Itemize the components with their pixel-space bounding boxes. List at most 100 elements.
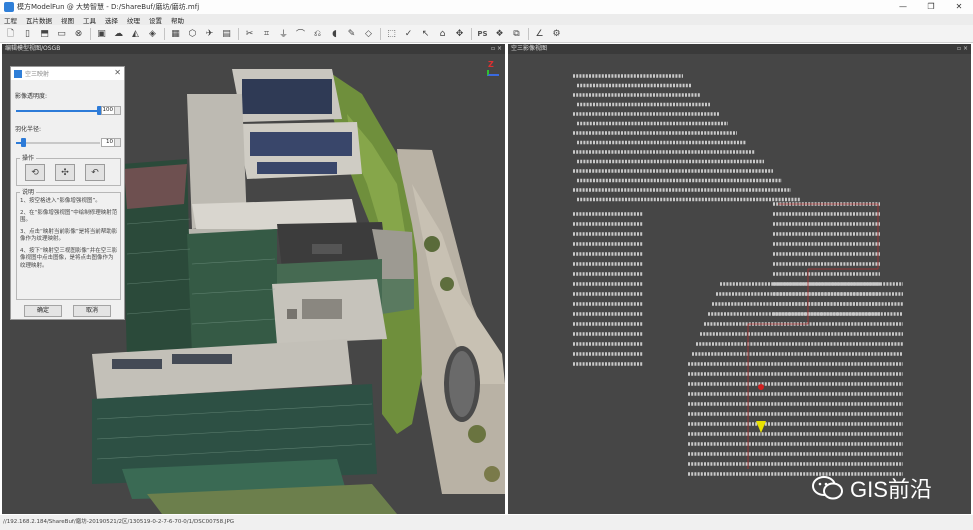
window-title: 模方ModelFun @ 大势智慧 - D:/ShareBuf/磨坊/磨坊.mf…	[17, 3, 200, 11]
bucket-icon[interactable]: ◖	[328, 27, 341, 40]
texture-tool-icon[interactable]: ❖	[493, 27, 506, 40]
toolbar-separator	[90, 27, 91, 40]
notes-legend: 说明	[20, 187, 37, 196]
opacity-spinbox[interactable]: 100	[101, 106, 121, 115]
radius-slider-handle[interactable]	[21, 138, 27, 147]
main-toolbar: 🗋 ▯ ⬒ ▭ ⊗ ▣ ☁ ◭ ◈ ▦ ⬡ ✈ ▤ ✂ ⌗ ⏚ ⌒ ⎌ ◖ ✎ …	[0, 25, 973, 43]
check-icon[interactable]: ✓	[402, 27, 415, 40]
undo-button[interactable]: ↶	[85, 164, 105, 181]
dialog-close-button[interactable]: ✕	[114, 68, 121, 77]
image-icon[interactable]: ▤	[220, 27, 233, 40]
toolbar-separator	[380, 27, 381, 40]
import-icon[interactable]: ⬒	[38, 27, 51, 40]
spin-arrows-icon[interactable]	[114, 107, 120, 114]
menu-tile-data[interactable]: 瓦片数据	[26, 15, 52, 25]
minimize-button[interactable]: —	[889, 0, 917, 14]
panel-controls[interactable]: ▫ ×	[957, 44, 968, 54]
layers-icon[interactable]: ⧉	[510, 27, 523, 40]
record-icon[interactable]: ▣	[95, 27, 108, 40]
opacity-value: 100	[102, 107, 114, 113]
toolbar-separator	[528, 27, 529, 40]
save-icon[interactable]: ▭	[55, 27, 68, 40]
watermark-text: GIS前沿	[850, 477, 932, 502]
instruction-step-4: 4、按下“映射空三视图影像”并在空三影像视图中点击图像，是将点击图像作为纹理映射…	[20, 247, 118, 269]
menu-settings[interactable]: 设置	[149, 15, 162, 25]
feather-radius-label: 羽化半径:	[15, 126, 42, 133]
status-image-path: //192.168.2.184/ShareBuf/磨坊-20190521/2区/…	[3, 519, 235, 525]
cut-icon[interactable]: ✂	[243, 27, 256, 40]
toolbar-separator	[164, 27, 165, 40]
dialog-title: 空三映射	[25, 71, 50, 78]
axis-gizmo-z-label: Z	[488, 60, 494, 69]
aerial-image-view-panel: 空三影像视图 ▫ ×	[508, 44, 971, 514]
close-button[interactable]: ✕	[945, 0, 973, 14]
photoshop-button[interactable]: PS	[476, 27, 489, 40]
instruction-step-2: 2、在“影像增强视图”中绘制修理映射范围。	[20, 209, 118, 224]
toolbar-separator	[471, 27, 472, 40]
menu-view[interactable]: 视图	[61, 15, 74, 25]
aerial-view-header: 空三影像视图 ▫ ×	[508, 44, 971, 54]
new-file-icon[interactable]: 🗋	[4, 27, 17, 40]
menu-bar: 工程 瓦片数据 视图 工具 选择 纹理 设置 帮助	[0, 14, 973, 25]
cloud-icon[interactable]: ☁	[112, 27, 125, 40]
dialog-title-bar: 空三映射	[11, 67, 124, 80]
drone-icon[interactable]: ✈	[203, 27, 216, 40]
map-current-image-button[interactable]: ⟲	[25, 164, 45, 181]
axis-gizmo-icon	[487, 70, 499, 76]
current-camera-icon	[756, 421, 766, 433]
radius-slider-track	[16, 142, 100, 144]
menu-help[interactable]: 帮助	[171, 15, 184, 25]
wechat-logo-icon	[812, 475, 844, 501]
mesh-icon[interactable]: ◈	[146, 27, 159, 40]
dialog-app-icon	[14, 69, 22, 78]
menu-tools[interactable]: 工具	[83, 15, 96, 25]
model-view-title: 编辑模型视图/OSGB	[5, 45, 61, 52]
maximize-button[interactable]: ❐	[917, 0, 945, 14]
panel-controls[interactable]: ▫ ×	[491, 44, 502, 54]
ok-button[interactable]: 确定	[24, 305, 62, 317]
open-folder-icon[interactable]: ▯	[21, 27, 34, 40]
instructions-text: 1、按空格进入“影像增强视图”。 2、在“影像增强视图”中绘制修理映射范围。 3…	[20, 198, 118, 274]
window-title-bar: 模方ModelFun @ 大势智慧 - D:/ShareBuf/磨坊/磨坊.mf…	[0, 0, 973, 14]
crop-icon[interactable]: ⌗	[260, 27, 273, 40]
selected-camera-marker	[758, 384, 764, 390]
stop-icon[interactable]: ⊗	[72, 27, 85, 40]
instruction-step-3: 3、点击“映射当前影像”是将当前帮助影像作为纹理映射。	[20, 228, 118, 243]
tool-icon[interactable]: ✎	[345, 27, 358, 40]
operations-legend: 操作	[20, 153, 37, 162]
map-image-icon: ⟲	[31, 167, 39, 178]
spin-arrows-icon[interactable]	[114, 139, 120, 146]
map-aerial-view-image-button[interactable]: ✣	[55, 164, 75, 181]
menu-project[interactable]: 工程	[4, 15, 17, 25]
cancel-button[interactable]: 取消	[73, 305, 111, 317]
undo-icon: ↶	[91, 167, 99, 178]
gear-icon[interactable]: ⚙	[550, 27, 563, 40]
home-icon[interactable]: ⌂	[436, 27, 449, 40]
brush-icon[interactable]: ⎌	[311, 27, 324, 40]
terrain-icon[interactable]: ◭	[129, 27, 142, 40]
move-icon[interactable]: ✥	[453, 27, 466, 40]
map-aerial-icon: ✣	[61, 167, 69, 178]
axis-icon[interactable]: ∠	[533, 27, 546, 40]
bridge-icon[interactable]: ⌒	[294, 27, 307, 40]
pointer-icon[interactable]: ↖	[419, 27, 432, 40]
aerial-viewport[interactable]	[508, 54, 971, 514]
watermark: GIS前沿	[812, 472, 932, 504]
menu-texture[interactable]: 纹理	[127, 15, 140, 25]
opacity-label: 影像透明度:	[15, 93, 48, 100]
model-view-header: 编辑模型视图/OSGB ▫ ×	[2, 44, 505, 54]
cube-icon[interactable]: ⬡	[186, 27, 199, 40]
status-bar: //192.168.2.184/ShareBuf/磨坊-20190521/2区/…	[0, 515, 973, 530]
aerial-view-title: 空三影像视图	[511, 45, 548, 52]
instruction-step-1: 1、按空格进入“影像增强视图”。	[20, 198, 101, 204]
toolbar-separator	[238, 27, 239, 40]
flatten-icon[interactable]: ⏚	[277, 27, 290, 40]
select-box-icon[interactable]: ⬚	[385, 27, 398, 40]
menu-select[interactable]: 选择	[105, 15, 118, 25]
flight-path-plot	[573, 74, 903, 476]
radius-spinbox[interactable]: 10	[101, 138, 121, 147]
texture-mapping-dialog: 空三映射 ✕ 影像透明度: 100 羽化半径: 10 操作 ⟲ ✣ ↶ 说明 1…	[10, 66, 125, 320]
grid-icon[interactable]: ▦	[169, 27, 182, 40]
radius-value: 10	[106, 139, 113, 145]
fill-icon[interactable]: ◇	[362, 27, 375, 40]
